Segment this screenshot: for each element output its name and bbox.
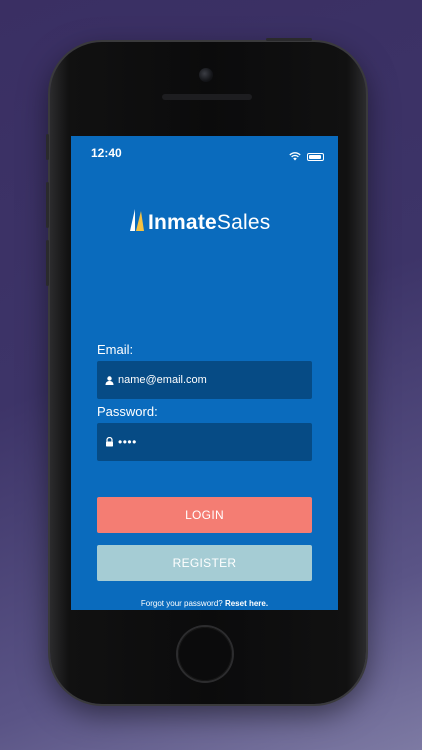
password-value: •••• xyxy=(118,435,137,449)
phone-frame: 12:40 InmateSales Email: name@email.com … xyxy=(46,38,366,704)
earpiece-speaker xyxy=(162,94,252,100)
app-logo: InmateSales xyxy=(129,208,270,237)
password-field[interactable]: •••• xyxy=(97,423,312,461)
app-screen: 12:40 InmateSales Email: name@email.com … xyxy=(71,136,338,610)
power-button xyxy=(266,38,312,41)
status-bar: 12:40 xyxy=(71,136,338,166)
battery-icon xyxy=(307,153,324,161)
forgot-password: Forgot your password? Reset here. xyxy=(71,599,338,608)
email-value: name@email.com xyxy=(118,374,207,386)
front-camera xyxy=(199,68,213,82)
forgot-password-text: Forgot your password? xyxy=(140,599,225,608)
wifi-icon xyxy=(289,148,301,166)
volume-down-button xyxy=(46,240,49,286)
lock-icon xyxy=(104,437,114,447)
logo-text-bold: Inmate xyxy=(148,210,217,234)
status-time: 12:40 xyxy=(91,146,122,160)
status-icons xyxy=(289,148,324,166)
reset-password-link[interactable]: Reset here. xyxy=(225,599,268,608)
logo-text-light: Sales xyxy=(216,210,271,234)
volume-up-button xyxy=(46,182,49,228)
login-button[interactable]: LOGIN xyxy=(97,497,312,533)
home-button[interactable] xyxy=(178,627,232,681)
mute-switch xyxy=(46,134,49,160)
email-label: Email: xyxy=(97,342,134,357)
user-icon xyxy=(104,375,114,385)
email-field[interactable]: name@email.com xyxy=(97,361,312,399)
register-button[interactable]: REGISTER xyxy=(97,545,312,581)
logo-text: InmateSales xyxy=(148,211,270,235)
password-label: Password: xyxy=(97,404,158,419)
sail-logo-icon xyxy=(129,208,145,237)
